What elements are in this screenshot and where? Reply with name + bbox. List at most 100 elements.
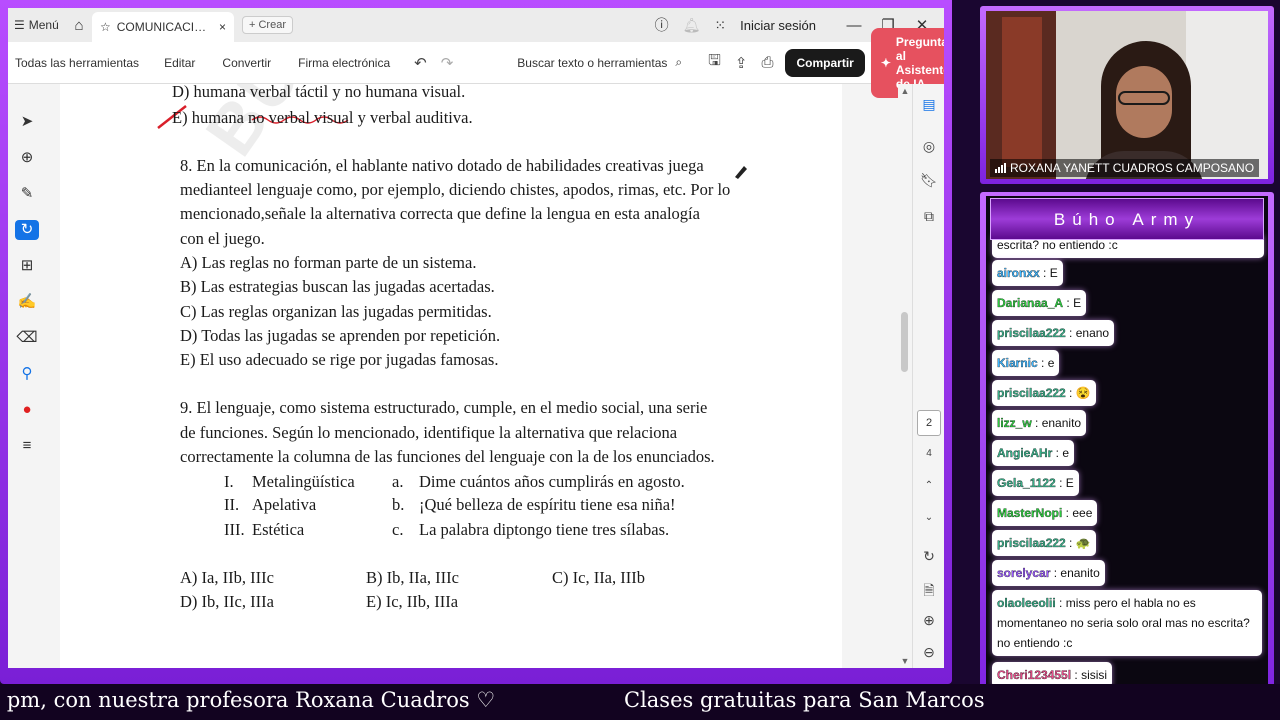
chat-username[interactable]: priscilaa222 xyxy=(997,326,1066,340)
menu-button[interactable]: ☰ Menú xyxy=(8,18,66,32)
right-tool-rail: ▤ ◎ 🔖︎ ⧉ 2 4 ⌃ ⌄ ↻ 🗎︎ ⊕ ⊖ xyxy=(912,84,944,668)
help-icon[interactable]: ⓘ xyxy=(655,15,669,35)
chat-username[interactable]: Cheri123455l xyxy=(997,668,1071,682)
scroll-up-icon[interactable]: ▲ xyxy=(898,86,912,96)
chat-message-text: e xyxy=(1062,446,1070,460)
q8-line: medianteel lenguaje como, por ejemplo, d… xyxy=(180,180,731,199)
chat-username[interactable]: aironxx xyxy=(997,266,1040,280)
participant-name: ROXANA YANETT CUADROS CAMPOSANO xyxy=(1010,161,1255,175)
document-tab[interactable]: ☆ COMUNICACIÓN – ... × xyxy=(92,12,234,42)
emote-icon: 🐢 xyxy=(1075,536,1091,550)
chat-username[interactable]: olaoleeolii xyxy=(997,596,1056,610)
signal-bars-icon xyxy=(995,163,1006,173)
chat-username[interactable]: MasterNopi xyxy=(997,506,1063,520)
save-icon[interactable]: 🖫 xyxy=(708,50,721,75)
chat-separator: : xyxy=(1052,446,1063,460)
chat-message-text: sisisi xyxy=(1081,668,1108,682)
search-label: Buscar texto o herramientas xyxy=(517,55,668,70)
previous-page-icon[interactable]: ⌃ xyxy=(913,480,944,491)
chat-username[interactable]: sorelycar xyxy=(997,566,1051,580)
fill-sign-icon[interactable]: ✍ xyxy=(15,292,39,312)
e-sign-menu[interactable]: Firma electrónica xyxy=(298,56,390,70)
vertical-scrollbar[interactable]: ▲ ▼ xyxy=(898,84,912,668)
chat-username[interactable]: Kiarnic xyxy=(997,356,1038,370)
eraser-icon[interactable]: ⌫ xyxy=(15,328,39,348)
menu-label: Menú xyxy=(28,18,59,32)
undo-icon[interactable]: ↶ xyxy=(414,54,427,72)
highlight-pen-icon[interactable]: ✎ xyxy=(15,184,39,204)
search-tools[interactable]: Buscar texto o herramientas ⌕ xyxy=(517,55,682,70)
q9-line: de funciones. Según lo mencionado, ident… xyxy=(180,423,678,442)
zoom-out-icon[interactable]: ⊖ xyxy=(913,644,944,661)
chat-username[interactable]: lizz_w xyxy=(997,416,1032,430)
select-cursor-icon[interactable]: ➤ xyxy=(15,112,39,132)
q8-option: D) Todas las jugadas se aprenden por rep… xyxy=(180,326,501,345)
chat-title: Búho Army xyxy=(990,198,1264,240)
chat-username[interactable]: Gela_1122 xyxy=(997,476,1056,490)
notification-bell-icon[interactable]: 🔔︎ xyxy=(683,17,701,34)
chat-username[interactable]: priscilaa222 xyxy=(997,536,1066,550)
close-tab-icon[interactable]: × xyxy=(219,20,226,34)
q9-row-number: I. xyxy=(224,472,234,491)
chat-message: MasterNopi : eee xyxy=(992,500,1098,526)
chat-message-text: enano xyxy=(1075,326,1110,340)
convert-menu[interactable]: Convertir xyxy=(222,56,271,70)
q8-line: mencionado,señale la alternativa correct… xyxy=(180,204,700,223)
chat-message-text: E xyxy=(1073,296,1082,310)
current-page-box[interactable]: 2 xyxy=(917,410,941,436)
ai-summary-icon[interactable]: ▤ xyxy=(913,96,944,113)
minimize-icon[interactable]: — xyxy=(844,17,864,34)
q9-row-number: III. xyxy=(224,520,245,539)
chat-message-text: e xyxy=(1047,356,1055,370)
q8-option: A) Las reglas no forman parte de un sist… xyxy=(180,253,477,272)
new-tab-button[interactable]: + Crear xyxy=(242,16,293,34)
chat-separator: : xyxy=(1055,476,1066,490)
all-tools-menu[interactable]: Todas las herramientas xyxy=(15,56,139,70)
share-button[interactable]: Compartir xyxy=(785,48,865,77)
comments-icon[interactable]: ◎ xyxy=(913,138,944,155)
chat-frame: escrita? no entiendo :c Búho Army aironx… xyxy=(980,192,1274,706)
scrollbar-thumb[interactable] xyxy=(901,312,908,372)
chat-username[interactable]: Darianaa_A xyxy=(997,296,1063,310)
q9-row-letter: a. xyxy=(392,472,404,491)
redo-icon[interactable]: ↷ xyxy=(441,54,454,72)
refresh-icon[interactable]: ↻ xyxy=(913,548,944,565)
home-icon[interactable]: ⌂ xyxy=(66,17,92,34)
more-tools-icon[interactable]: ≡ xyxy=(15,436,39,456)
chat-message-text: eee xyxy=(1072,506,1093,520)
chat-username[interactable]: AngieAHr xyxy=(997,446,1053,460)
zoom-in-icon[interactable]: ⊕ xyxy=(913,612,944,629)
draw-freehand-icon[interactable]: ↻ xyxy=(15,220,39,240)
q9-statement: ¡Qué belleza de espíritu tiene esa niña! xyxy=(419,495,676,514)
bookmark-icon[interactable]: 🔖︎ xyxy=(913,172,944,189)
color-picker-icon[interactable]: ● xyxy=(15,400,39,420)
upload-cloud-icon[interactable]: ⇪ xyxy=(735,54,748,72)
chat-message-text: enanito xyxy=(1060,566,1100,580)
chat-separator: : xyxy=(1031,416,1042,430)
emote-icon: 😵 xyxy=(1075,386,1091,400)
print-icon[interactable]: ⎙ xyxy=(761,54,773,71)
participant-name-label: ROXANA YANETT CUADROS CAMPOSANO xyxy=(990,159,1260,177)
pin-icon[interactable]: ⚲ xyxy=(15,364,39,384)
page-fit-icon[interactable]: 🗎︎ xyxy=(913,580,944,604)
next-page-icon[interactable]: ⌄ xyxy=(913,512,944,523)
edit-menu[interactable]: Editar xyxy=(164,56,195,70)
pdf-page: BÚHO D) humana verbal táctil y no humana… xyxy=(60,84,842,668)
total-pages: 4 xyxy=(926,448,932,459)
add-comment-icon[interactable]: ⊕ xyxy=(15,148,39,168)
main-toolbar: Todas las herramientas Editar Convertir … xyxy=(8,27,944,98)
apps-grid-icon[interactable]: ⁙ xyxy=(714,17,726,34)
chat-message: Darianaa_A : E xyxy=(992,290,1087,316)
text-box-icon[interactable]: ⊞ xyxy=(15,256,39,276)
star-icon[interactable]: ☆ xyxy=(100,20,111,34)
hamburger-icon: ☰ xyxy=(14,18,25,32)
pages-icon[interactable]: ⧉ xyxy=(913,208,944,225)
chat-message-text: enanito xyxy=(1041,416,1082,430)
chat-username[interactable]: priscilaa222 xyxy=(997,386,1066,400)
sign-in-button[interactable]: Iniciar sesión xyxy=(740,18,816,33)
chat-separator: : xyxy=(1039,266,1050,280)
chat-message: olaoleeolii : miss pero el habla no es m… xyxy=(992,590,1262,656)
q9-function: Apelativa xyxy=(252,495,317,514)
scroll-down-icon[interactable]: ▼ xyxy=(898,656,912,666)
chat-separator: : xyxy=(1065,536,1076,550)
